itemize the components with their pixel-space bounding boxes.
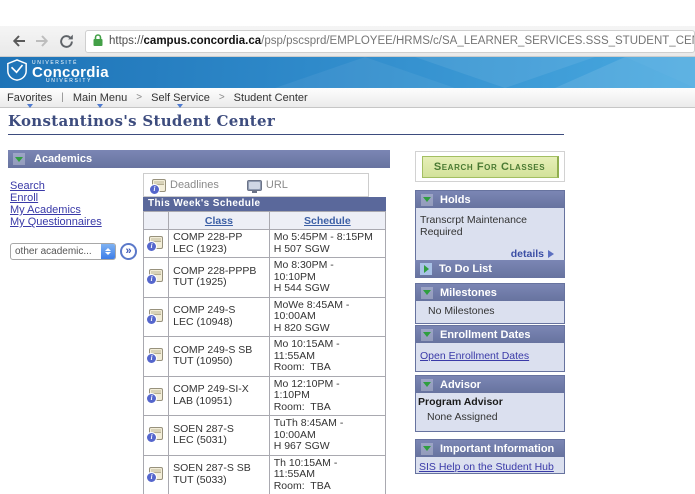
reload-icon[interactable] xyxy=(56,31,76,51)
dropdown-arrow-icon xyxy=(26,103,33,108)
table-row: COMP 249-SLEC (10948) MoWe 8:45AM -10:00… xyxy=(142,296,387,337)
breadcrumb-separator: > xyxy=(218,92,225,103)
table-header-row: Class Schedule xyxy=(142,211,387,230)
enroll-link[interactable]: Enroll xyxy=(10,192,102,204)
class-info-icon[interactable] xyxy=(146,308,164,325)
my-academics-link[interactable]: My Academics xyxy=(10,204,102,216)
url-monitor-icon xyxy=(246,179,262,193)
important-information-panel: Important Information SIS Help on the St… xyxy=(415,439,565,474)
table-row: SOEN 287-S SBTUT (5033) Th 10:15AM -11:5… xyxy=(142,454,387,494)
class-column-header: Class xyxy=(168,211,270,230)
url-label: URL xyxy=(265,179,288,191)
url-button[interactable]: URL xyxy=(246,179,288,193)
deadlines-label: Deadlines xyxy=(170,179,219,191)
search-for-classes-box: Search For Classes xyxy=(415,151,565,182)
address-bar[interactable]: https://campus.concordia.ca/psp/pscsprd/… xyxy=(85,29,695,53)
arrow-right-icon xyxy=(548,250,554,258)
holds-details-link[interactable]: details xyxy=(511,248,554,260)
search-for-classes-button[interactable]: Search For Classes xyxy=(421,155,559,178)
class-info-icon[interactable] xyxy=(146,466,164,483)
class-info-icon[interactable] xyxy=(146,387,164,404)
class-info-icon[interactable] xyxy=(146,235,164,252)
concordia-logo: UNIVERSITÉ Concordia UNIVERSITY xyxy=(6,58,109,87)
enrollment-dates-header: Enrollment Dates xyxy=(416,326,564,343)
milestones-item: No Milestones xyxy=(428,305,495,317)
breadcrumb-self-service[interactable]: Self Service xyxy=(149,92,212,108)
breadcrumb-student-center: Student Center xyxy=(233,91,308,104)
class-info-icon[interactable] xyxy=(146,348,164,365)
back-icon[interactable] xyxy=(8,31,28,51)
breadcrumb-main-menu[interactable]: Main Menu xyxy=(71,92,129,108)
advisor-header: Advisor xyxy=(416,376,564,393)
select-stepper-icon xyxy=(101,244,115,259)
lock-icon[interactable] xyxy=(92,33,104,50)
academics-section-header: Academics xyxy=(8,150,390,168)
url-domain: campus.concordia.ca xyxy=(143,35,262,47)
hold-item: Transcrpt Maintenance Required xyxy=(420,214,527,238)
open-enrollment-dates-link[interactable]: Open Enrollment Dates xyxy=(420,350,529,362)
breadcrumb: Favorites | Main Menu > Self Service > S… xyxy=(0,88,695,108)
table-row: SOEN 287-SLEC (5031) TuTh 8:45AM -10:00A… xyxy=(142,415,387,456)
other-academic-select[interactable]: other academic... xyxy=(10,243,116,260)
icon-column-header xyxy=(142,211,170,230)
other-academic-value: other academic... xyxy=(15,246,92,257)
browser-window: https://campus.concordia.ca/psp/pscsprd/… xyxy=(0,0,695,494)
collapse-section-icon[interactable] xyxy=(421,378,433,391)
schedule-column-header: Schedule xyxy=(268,211,387,230)
schedule-panel-title: This Week's Schedule xyxy=(143,197,386,211)
my-questionnaires-link[interactable]: My Questionnaires xyxy=(10,216,102,228)
program-advisor-label: Program Advisor xyxy=(418,396,503,408)
table-row: COMP 249-S SBTUT (10950) Mo 10:15AM -11:… xyxy=(142,336,387,377)
collapse-section-icon[interactable] xyxy=(421,193,433,206)
concordia-shield-icon xyxy=(6,58,28,87)
collapse-section-icon[interactable] xyxy=(421,328,433,341)
weekly-schedule-panel: This Week's Schedule Class Schedule COMP… xyxy=(142,197,387,494)
url-scheme: https:// xyxy=(109,35,144,47)
deadlines-url-box: Deadlines URL xyxy=(143,173,369,197)
breadcrumb-separator: | xyxy=(61,92,64,103)
holds-panel: Holds Transcrpt Maintenance Required det… xyxy=(415,190,565,267)
dropdown-arrow-icon xyxy=(97,103,104,108)
enrollment-dates-panel: Enrollment Dates Open Enrollment Dates xyxy=(415,325,565,372)
collapse-section-icon[interactable] xyxy=(421,286,433,299)
dropdown-arrow-icon xyxy=(177,103,184,108)
breadcrumb-separator: > xyxy=(136,92,143,103)
page-title: Konstantinos's Student Center xyxy=(8,112,276,130)
collapse-section-icon[interactable] xyxy=(421,442,433,455)
table-row: COMP 228-PPPBTUT (1925) Mo 8:30PM -10:10… xyxy=(142,257,387,298)
expand-section-icon[interactable] xyxy=(420,263,432,275)
collapse-section-icon[interactable] xyxy=(13,153,25,165)
milestones-header: Milestones xyxy=(416,284,564,301)
academics-title: Academics xyxy=(34,153,93,165)
class-info-icon[interactable] xyxy=(146,269,164,286)
search-link[interactable]: Search xyxy=(10,180,102,192)
milestones-panel: Milestones No Milestones xyxy=(415,283,565,324)
holds-header: Holds xyxy=(416,191,564,208)
todo-list-title: To Do List xyxy=(439,263,492,275)
class-info-icon[interactable] xyxy=(146,427,164,444)
other-academic-row: other academic... » xyxy=(10,243,137,260)
go-button[interactable]: » xyxy=(120,243,137,260)
program-advisor-value: None Assigned xyxy=(427,411,498,423)
important-information-header: Important Information xyxy=(416,440,564,457)
browser-toolbar: https://campus.concordia.ca/psp/pscsprd/… xyxy=(0,26,695,57)
table-row: COMP 228-PPLEC (1923) Mo 5:45PM - 8:15PM… xyxy=(142,229,387,258)
url-path: /psp/pscsprd/EMPLOYEE/HRMS/c/SA_LEARNER_… xyxy=(261,35,694,47)
advisor-panel: Advisor Program Advisor None Assigned xyxy=(415,375,565,432)
forward-icon[interactable] xyxy=(32,31,52,51)
breadcrumb-favorites[interactable]: Favorites xyxy=(5,92,54,108)
table-row: COMP 249-SI-XLAB (10951) Mo 12:10PM -1:1… xyxy=(142,375,387,416)
band-pattern xyxy=(275,57,695,88)
schedule-table: Class Schedule COMP 228-PPLEC (1923) Mo … xyxy=(142,211,387,494)
title-divider xyxy=(8,134,564,135)
todo-list-panel: To Do List xyxy=(415,260,565,278)
academics-nav-links: Search Enroll My Academics My Questionna… xyxy=(10,180,102,228)
sis-help-link[interactable]: SIS Help on the Student Hub xyxy=(419,457,554,473)
deadlines-calendar-icon xyxy=(149,178,166,195)
deadlines-button[interactable]: Deadlines xyxy=(149,178,219,195)
